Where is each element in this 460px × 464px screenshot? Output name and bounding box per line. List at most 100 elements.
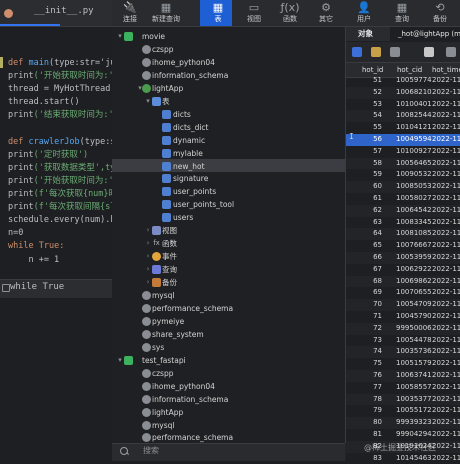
table-cell[interactable]: 74 — [360, 346, 382, 358]
table-cell[interactable]: 2022-11- — [432, 323, 460, 335]
table-row[interactable]: 63 100833452022-11- — [346, 217, 460, 229]
tree-item[interactable]: user_points — [112, 185, 345, 198]
table-cell[interactable]: 10145463 — [396, 453, 432, 464]
table-row[interactable]: 53 101004012022-11- — [346, 99, 460, 111]
table-cell[interactable]: 60 — [360, 181, 382, 193]
table-cell[interactable]: 2022-11- — [432, 110, 460, 122]
table-cell[interactable]: 2022-11- — [432, 405, 460, 417]
filter-icon[interactable] — [446, 47, 456, 57]
table-cell[interactable]: 10062922 — [396, 264, 432, 276]
table-row[interactable]: 57 101009272022-11- — [346, 146, 460, 158]
code-line[interactable]: print('获取数据类型',typ — [8, 162, 120, 175]
table-row[interactable]: 54 100825442022-11- — [346, 110, 460, 123]
table-cell[interactable]: 83 — [360, 453, 382, 464]
table-row[interactable]: 55 101041212022-11- — [346, 122, 460, 134]
save-icon[interactable] — [352, 47, 362, 57]
table-cell[interactable]: 2022-11- — [432, 311, 460, 323]
table-cell[interactable]: 2022-11- — [432, 240, 460, 252]
table-cell[interactable]: 53 — [360, 99, 382, 111]
table-cell[interactable]: 10076667 — [396, 240, 432, 252]
table-cell[interactable]: 10104121 — [396, 122, 432, 134]
code-line[interactable] — [8, 123, 120, 136]
table-cell[interactable]: 2022-11- — [432, 417, 460, 429]
table-cell[interactable]: 10045790 — [396, 311, 432, 323]
code-line[interactable]: thread.start() — [8, 96, 120, 109]
tree-item[interactable]: users — [112, 211, 345, 224]
toolbar-button-8[interactable]: ⟲ 备份 — [422, 0, 458, 26]
table-cell[interactable]: 2022-11- — [432, 346, 460, 358]
table-row[interactable]: 73 100544782022-11- — [346, 335, 460, 347]
table-cell[interactable]: 2022-11- — [432, 122, 460, 134]
table-cell[interactable]: 71 — [360, 311, 382, 323]
toolbar-button-5[interactable]: ⚙ 其它 — [308, 0, 344, 26]
tab-new-hot[interactable]: _hot@lightApp (m — [398, 27, 460, 41]
chevron-down-icon[interactable]: ▾ — [116, 30, 124, 43]
table-row[interactable]: 68 100698622022-11- — [346, 275, 460, 288]
table-cell[interactable]: 10100401 — [396, 99, 432, 111]
text-icon[interactable] — [390, 47, 400, 57]
table-cell[interactable]: 2022-11- — [432, 181, 460, 193]
code-editor[interactable]: def main(type:str='juejin'print('开始获取时间为… — [0, 57, 120, 277]
table-cell[interactable]: 2022-11- — [432, 228, 460, 240]
table-row[interactable]: 56 100495942022-11- — [346, 134, 460, 146]
tree-item[interactable]: dicts_dict — [112, 121, 345, 134]
table-cell[interactable]: 2022-11- — [432, 264, 460, 276]
table-cell[interactable]: 10049594 — [396, 134, 432, 146]
chevron-right-icon[interactable]: › — [144, 250, 152, 263]
table-cell[interactable]: 79 — [360, 405, 382, 417]
table-cell[interactable]: 10051579 — [396, 358, 432, 370]
begin-transaction-icon[interactable] — [371, 47, 381, 57]
tree-item[interactable]: czspp — [112, 43, 345, 56]
table-cell[interactable]: 10035736 — [396, 346, 432, 358]
table-cell[interactable]: 10058557 — [396, 382, 432, 394]
tree-item[interactable]: czspp — [112, 367, 345, 380]
table-row[interactable]: 74 100357362022-11- — [346, 346, 460, 359]
code-line[interactable]: print(f'每次获取间隔{sl} — [8, 201, 120, 214]
table-cell[interactable]: 65 — [360, 240, 382, 252]
table-row[interactable]: 78 100353772022-11- — [346, 393, 460, 406]
table-cell[interactable]: 62 — [360, 205, 382, 217]
table-cell[interactable]: 58 — [360, 158, 382, 170]
table-row[interactable]: 72 999500062022-11- — [346, 322, 460, 335]
table-cell[interactable]: 2022-11- — [432, 217, 460, 229]
tree-item[interactable]: signature — [112, 172, 345, 185]
table-cell[interactable]: 10100927 — [396, 146, 432, 158]
tree-item[interactable]: ▾ lightApp — [112, 82, 345, 95]
table-cell[interactable]: 2022-11- — [432, 382, 460, 394]
table-cell[interactable]: 10035377 — [396, 394, 432, 406]
toolbar-button-3[interactable]: ▭ 视图 — [236, 0, 272, 26]
code-line[interactable]: schedule.every(num).ho — [8, 214, 120, 227]
table-cell[interactable]: 10068210 — [396, 87, 432, 99]
toolbar-button-1[interactable]: ▦ 新建查询 — [148, 0, 184, 26]
table-row[interactable]: 70 100547092022-11- — [346, 299, 460, 311]
tree-item[interactable]: mysql — [112, 289, 345, 302]
code-line[interactable]: print('开始获取时间为:', — [8, 70, 120, 83]
table-cell[interactable]: 67 — [360, 264, 382, 276]
tree-item[interactable]: performance_schema — [112, 302, 345, 315]
code-line[interactable]: print('定时获取') — [8, 149, 120, 162]
chevron-down-icon[interactable]: ▾ — [144, 95, 152, 108]
table-cell[interactable]: 10063741 — [396, 370, 432, 382]
tree-item[interactable]: mysql — [112, 419, 345, 432]
table-cell[interactable]: 2022-11- — [432, 441, 460, 453]
table-cell[interactable]: 10055172 — [396, 405, 432, 417]
table-cell[interactable]: 2022-11- — [432, 193, 460, 205]
table-row[interactable]: 59 100905322022-11- — [346, 169, 460, 181]
toolbar-button-6[interactable]: 👤 用户 — [346, 0, 382, 26]
table-cell[interactable]: 2022-11- — [432, 335, 460, 347]
chevron-down-icon[interactable]: ▾ — [116, 354, 124, 367]
code-line[interactable]: n += 1 — [8, 254, 120, 267]
chevron-right-icon[interactable]: › — [144, 237, 152, 250]
tree-item[interactable]: sys — [112, 341, 345, 354]
table-cell[interactable]: 10054478 — [396, 335, 432, 347]
table-row[interactable]: 60 100850532022-11- — [346, 181, 460, 193]
table-cell[interactable]: 61 — [360, 193, 382, 205]
table-row[interactable]: 79 100551722022-11- — [346, 405, 460, 417]
toolbar-button-7[interactable]: ▦ 查询 — [384, 0, 420, 26]
table-cell[interactable]: 70 — [360, 299, 382, 311]
code-line[interactable]: n=0 — [8, 227, 120, 240]
table-cell[interactable]: 10058027 — [396, 193, 432, 205]
code-line[interactable]: def main(type:str='juejin' — [8, 57, 120, 70]
tree-item[interactable]: ihome_python04 — [112, 56, 345, 69]
table-cell[interactable]: 81 — [360, 429, 382, 441]
